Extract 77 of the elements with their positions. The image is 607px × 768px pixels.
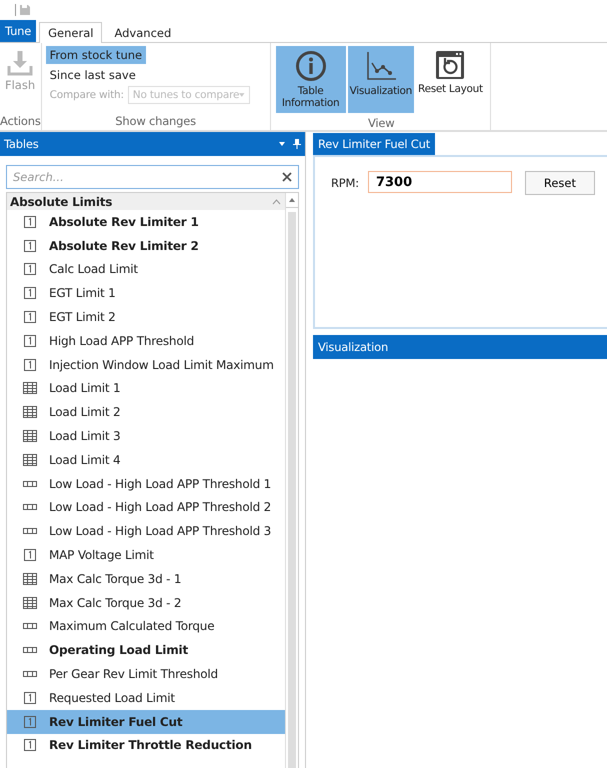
row-icon	[23, 504, 37, 510]
compare-label: Compare with:	[50, 89, 124, 101]
table-list-item[interactable]: Per Gear Rev Limit Threshold	[7, 662, 285, 686]
scalar-icon	[23, 692, 37, 704]
change-option[interactable]: From stock tune	[46, 46, 146, 64]
info-icon	[294, 50, 327, 82]
rpm-label: RPM:	[331, 176, 359, 190]
table-list-item[interactable]: High Load APP Threshold	[7, 328, 285, 353]
table-list-item[interactable]: Absolute Rev Limiter 2	[7, 234, 285, 258]
table-list-item[interactable]: Load Limit 3	[7, 424, 285, 448]
panel-title: Visualization	[313, 335, 607, 359]
table-list-item[interactable]: Maximum Calculated Torque	[7, 614, 285, 638]
close-icon[interactable]	[282, 172, 292, 182]
grid-icon	[23, 596, 37, 609]
table-list-item[interactable]: Rev Limiter Fuel Cut	[7, 710, 285, 734]
table-list-item[interactable]: EGT Limit 2	[7, 305, 285, 329]
scalar-icon	[23, 263, 37, 276]
grid-icon	[23, 382, 37, 394]
row-icon	[23, 671, 37, 678]
download-icon	[6, 50, 34, 76]
group-label: Actions	[0, 114, 41, 130]
dropdown-arrow-icon[interactable]	[279, 142, 285, 146]
scalar-icon	[23, 334, 37, 347]
table-list-item[interactable]: Max Calc Torque 3d - 2	[7, 590, 285, 615]
pin-icon[interactable]	[293, 139, 301, 149]
table-list-item[interactable]: Max Calc Torque 3d - 1	[7, 566, 285, 591]
panel-title: Tables	[4, 137, 39, 151]
scrollbar-thumb[interactable]	[288, 212, 296, 768]
table-list-item[interactable]: Rev Limiter Throttle Reduction	[7, 734, 285, 758]
group-label: Show changes	[114, 114, 197, 130]
table-list-item[interactable]: Calc Load Limit	[7, 258, 285, 282]
table-list-item[interactable]: Low Load - High Load APP Threshold 2	[7, 496, 285, 520]
group-header[interactable]: Absolute Limits	[7, 193, 285, 210]
reset-button[interactable]: Reset	[524, 171, 595, 195]
table-list-item[interactable]: Requested Load Limit	[7, 686, 285, 710]
ribbon-tab[interactable]: Advanced	[105, 22, 180, 43]
table-list-item[interactable]: Load Limit 4	[7, 448, 285, 472]
group-label: View	[366, 116, 396, 130]
table-list-item[interactable]: Low Load - High Load APP Threshold 3	[7, 519, 285, 544]
ribbon-tab[interactable]: General	[39, 22, 102, 43]
table-list-item[interactable]: Low Load - High Load APP Threshold 1	[7, 472, 285, 496]
scalar-icon	[23, 716, 37, 728]
table-information-button[interactable]: Table Information	[276, 46, 346, 113]
row-icon	[23, 528, 37, 534]
grid-icon	[23, 454, 37, 466]
scroll-up-icon[interactable]	[289, 198, 295, 202]
visualization-button[interactable]: Visualization	[348, 46, 414, 113]
grid-icon	[23, 572, 37, 585]
scalar-icon	[23, 240, 37, 252]
scalar-icon	[23, 216, 37, 228]
table-list-item[interactable]: Load Limit 2	[7, 400, 285, 424]
editor-tab[interactable]: Rev Limiter Fuel Cut	[313, 133, 436, 155]
table-list-item[interactable]: Injection Window Load Limit Maximum	[7, 352, 285, 377]
tune-tab[interactable]: Tune	[0, 20, 36, 42]
line-chart-icon	[364, 50, 397, 82]
rpm-input[interactable]: 7300	[368, 171, 512, 193]
change-option[interactable]: Since last save	[46, 66, 140, 84]
reset-window-icon	[435, 50, 466, 80]
scalar-icon	[23, 549, 37, 562]
dropdown-arrow-icon	[239, 93, 245, 97]
row-icon	[23, 623, 37, 630]
grid-icon	[23, 430, 37, 442]
table-list-item[interactable]: Operating Load Limit	[7, 638, 285, 662]
scalar-icon	[23, 311, 37, 324]
scalar-icon	[23, 739, 37, 752]
search-field[interactable]: Search...	[6, 165, 299, 189]
table-list-item[interactable]: EGT Limit 1	[7, 281, 285, 306]
collapse-icon[interactable]	[272, 198, 281, 204]
grid-icon	[23, 406, 37, 418]
table-list-item[interactable]: Load Limit 1	[7, 376, 285, 400]
row-icon	[23, 480, 37, 487]
reset-layout-button[interactable]: Reset Layout	[416, 46, 485, 113]
table-list-item[interactable]: Absolute Rev Limiter 1	[7, 210, 285, 234]
scalar-icon	[23, 287, 37, 300]
table-list-item[interactable]: MAP Voltage Limit	[7, 543, 285, 567]
row-icon	[23, 647, 37, 654]
scalar-icon	[23, 358, 37, 371]
